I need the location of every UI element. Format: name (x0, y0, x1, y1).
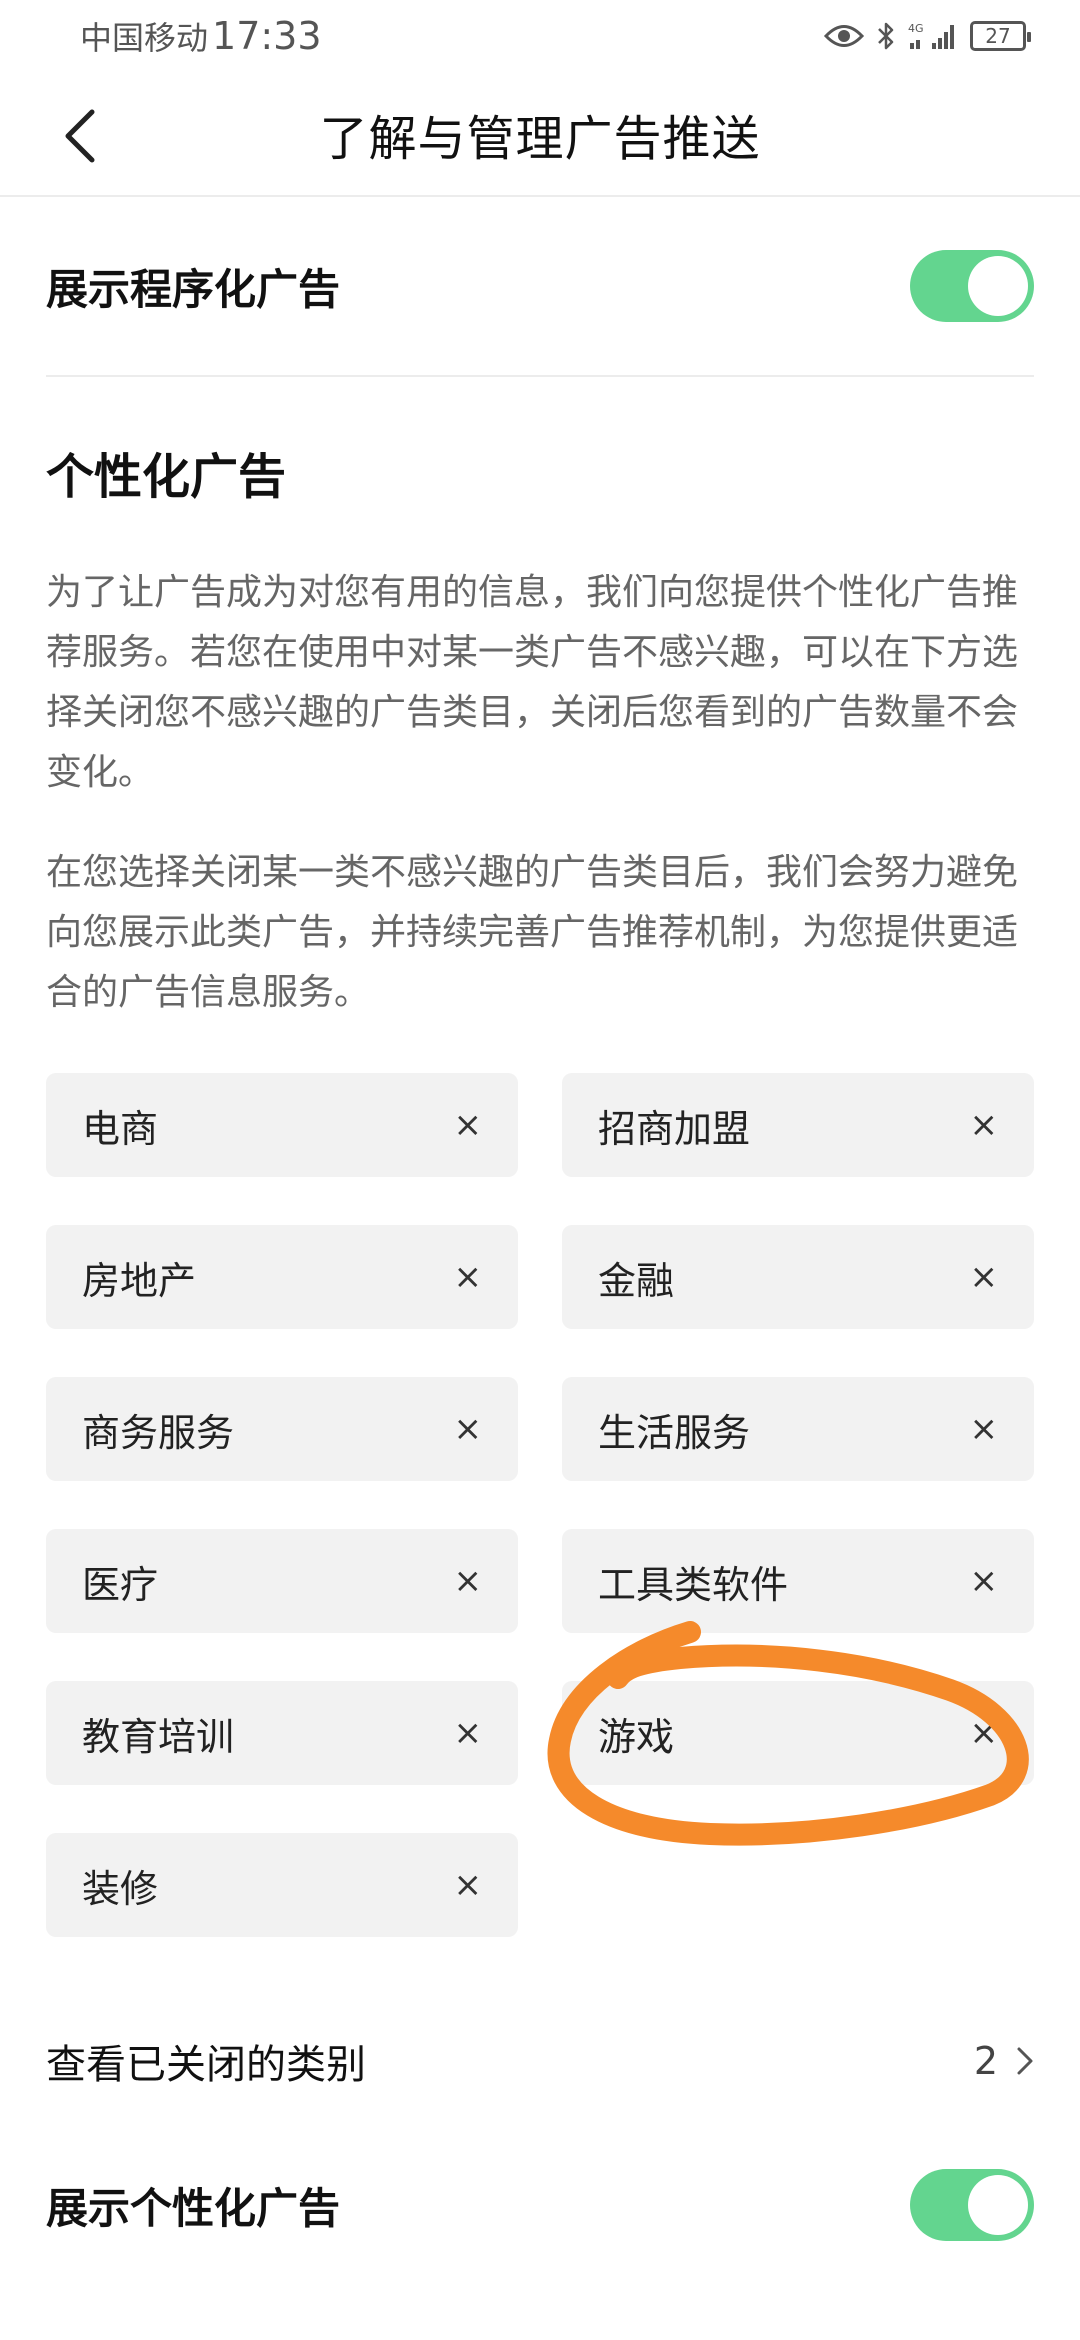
page-title: 了解与管理广告推送 (319, 110, 761, 167)
clock: 17:33 (212, 14, 322, 58)
close-icon[interactable]: × (970, 1564, 999, 1598)
status-left: 中国移动 17:33 (80, 13, 322, 59)
chip-label: 教育培训 (82, 1714, 235, 1759)
chip-label: 招商加盟 (598, 1106, 751, 1151)
section-title: 个性化广告 (46, 449, 287, 505)
personalized-ads-toggle[interactable] (910, 2169, 1034, 2241)
close-icon[interactable]: × (454, 1108, 483, 1142)
toggle-knob (968, 256, 1028, 316)
eye-icon (824, 23, 864, 49)
category-chip: 工具类软件 × (562, 1529, 1034, 1633)
header: 了解与管理广告推送 (0, 72, 1080, 197)
chip-label: 工具类软件 (598, 1562, 789, 1607)
chevron-left-icon (65, 109, 95, 163)
category-chip: 商务服务 × (46, 1377, 518, 1481)
chip-label: 生活服务 (598, 1410, 751, 1455)
status-right: 4G 27 (824, 21, 1031, 51)
closed-categories-meta: 2 (974, 2039, 1034, 2083)
personalized-ads-label: 展示个性化广告 (46, 2183, 341, 2233)
status-bar: 中国移动 17:33 4G 27 (0, 0, 1080, 72)
battery-icon: 27 (970, 21, 1031, 51)
chip-label: 房地产 (82, 1258, 197, 1303)
programmatic-ads-row: 展示程序化广告 (46, 197, 1034, 377)
back-button[interactable] (52, 108, 108, 164)
programmatic-ads-label: 展示程序化广告 (46, 264, 341, 314)
category-chip: 房地产 × (46, 1225, 518, 1329)
personalized-ads-row: 展示个性化广告 (46, 2115, 1034, 2295)
battery-level: 27 (985, 24, 1011, 48)
detail-paragraph: 在您选择关闭某一类不感兴趣的广告类目后，我们会努力避免向您展示此类广告，并持续完… (46, 852, 1019, 1013)
bluetooth-icon (876, 21, 896, 51)
intro-paragraph: 为了让广告成为对您有用的信息，我们向您提供个性化广告推荐服务。若您在使用中对某一… (46, 572, 1019, 793)
category-chip: 装修 × (46, 1833, 518, 1937)
screen: 中国移动 17:33 4G 27 了解与管理广告推送 展示程序化广告 个性化广告… (0, 0, 1080, 2340)
category-chip: 金融 × (562, 1225, 1034, 1329)
chip-label: 商务服务 (82, 1410, 235, 1455)
chip-label: 金融 (598, 1258, 675, 1303)
close-icon[interactable]: × (970, 1108, 999, 1142)
closed-categories-count: 2 (973, 2039, 998, 2083)
category-chip-games: 游戏 × (562, 1681, 1034, 1785)
category-chip: 教育培训 × (46, 1681, 518, 1785)
category-chips: 电商 × 招商加盟 × 房地产 × 金融 × 商务服务 × 生活服务 × 医疗 … (46, 1073, 1034, 1937)
close-icon[interactable]: × (454, 1564, 483, 1598)
toggle-knob (968, 2175, 1028, 2235)
category-chip: 医疗 × (46, 1529, 518, 1633)
close-icon[interactable]: × (454, 1412, 483, 1446)
chip-label: 装修 (82, 1866, 159, 1911)
signal-icon: 4G (908, 21, 958, 51)
programmatic-ads-toggle[interactable] (910, 250, 1034, 322)
category-chip: 生活服务 × (562, 1377, 1034, 1481)
close-icon[interactable]: × (970, 1260, 999, 1294)
category-chip: 招商加盟 × (562, 1073, 1034, 1177)
close-icon[interactable]: × (454, 1868, 483, 1902)
chip-label: 游戏 (598, 1714, 675, 1759)
category-chip: 电商 × (46, 1073, 518, 1177)
content: 展示程序化广告 个性化广告 为了让广告成为对您有用的信息，我们向您提供个性化广告… (0, 197, 1080, 2295)
carrier-name: 中国移动 (80, 19, 209, 57)
close-icon[interactable]: × (454, 1260, 483, 1294)
chevron-right-icon (1017, 2047, 1033, 2075)
chip-label: 电商 (82, 1106, 159, 1151)
close-icon[interactable]: × (970, 1412, 999, 1446)
close-icon[interactable]: × (454, 1716, 483, 1750)
closed-categories-label: 查看已关闭的类别 (46, 2042, 366, 2088)
network-type-label: 4G (908, 22, 924, 35)
chip-label: 医疗 (82, 1562, 159, 1607)
closed-categories-row[interactable]: 查看已关闭的类别 2 (46, 2007, 1034, 2115)
close-icon[interactable]: × (970, 1716, 999, 1750)
